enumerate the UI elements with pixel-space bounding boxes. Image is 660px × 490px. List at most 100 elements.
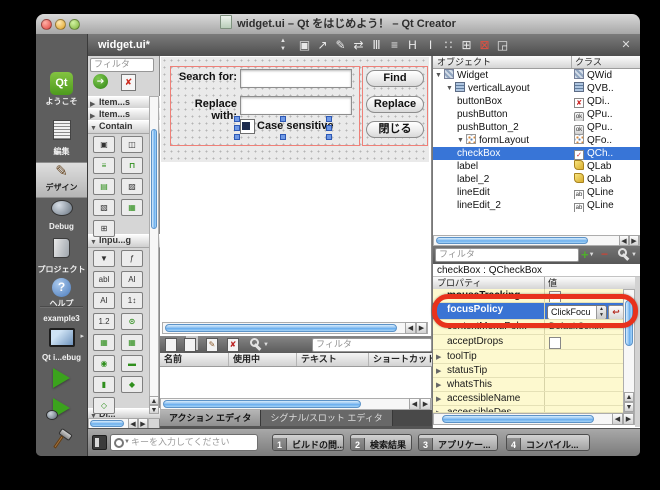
- font-combo-box-icon[interactable]: ƒ: [121, 250, 143, 267]
- selection-handle[interactable]: [326, 116, 332, 122]
- locator-input[interactable]: ▼ キーを入力してください: [110, 434, 258, 451]
- edit-signals-slots-icon[interactable]: ↗: [314, 37, 331, 53]
- widget-box-scroll-down-arrow[interactable]: ▼: [149, 405, 159, 414]
- object-inspector-hscroll-right-arrow[interactable]: ▶: [629, 235, 639, 246]
- copy-action-icon[interactable]: [184, 338, 196, 352]
- group-box-icon[interactable]: ▣: [93, 136, 115, 153]
- case-sensitive-checkbox[interactable]: [240, 119, 255, 134]
- property-hscroll-right-arrow[interactable]: ▶: [623, 413, 634, 425]
- property-expander-icon[interactable]: ▶: [436, 381, 441, 389]
- property-value[interactable]: [544, 335, 623, 349]
- command-link-button-icon[interactable]: ➔: [93, 74, 108, 89]
- action-column-0[interactable]: 名前: [160, 353, 232, 366]
- date-time-edit-icon[interactable]: ▦: [121, 334, 143, 351]
- property-row-whatsThis[interactable]: ▶whatsThis: [433, 378, 623, 392]
- build-button[interactable]: [36, 430, 87, 452]
- close-editor-icon[interactable]: ✕: [619, 37, 633, 53]
- action-editor-hscroll-right-arrow[interactable]: ▶: [420, 398, 431, 410]
- selection-handle[interactable]: [280, 116, 286, 122]
- object-tree-row-formLayout[interactable]: ▼formLayoutQFo..: [433, 134, 640, 147]
- widget-box-scroll-up-arrow[interactable]: ▲: [149, 396, 159, 405]
- selection-handle[interactable]: [234, 134, 240, 140]
- remove-dynamic-property-icon[interactable]: −: [601, 247, 608, 261]
- tab-action-editor[interactable]: アクション エディタ: [160, 410, 261, 426]
- object-tree-row-lineEdit_2[interactable]: lineEdit_2abQLine: [433, 199, 640, 212]
- property-hscroll-left-arrow[interactable]: ◀: [612, 413, 623, 425]
- checkbox-checked-icon[interactable]: ✓: [549, 291, 561, 303]
- horizontal-slider-icon[interactable]: ◆: [121, 376, 143, 393]
- line-edit-icon[interactable]: abl: [93, 271, 115, 288]
- property-row-mouseTracking[interactable]: mouseTracking✓: [433, 289, 623, 303]
- horizontal-scroll-bar-icon[interactable]: ▬: [121, 355, 143, 372]
- value-column-header[interactable]: 値: [548, 277, 557, 289]
- property-hscrollbar[interactable]: ◀ ▶: [433, 413, 635, 425]
- layout-form-icon[interactable]: ∷: [440, 37, 457, 53]
- property-vscroll-up-arrow[interactable]: ▲: [624, 392, 634, 402]
- dialog-button-box-icon[interactable]: ✘: [121, 74, 136, 91]
- time-edit-icon[interactable]: ⊙: [121, 313, 143, 330]
- layout-horizontally-icon[interactable]: Ⅲ: [368, 37, 385, 53]
- double-spin-box-icon[interactable]: 1.2: [93, 313, 115, 330]
- sidebar-mode-projects-mode[interactable]: プロジェクト: [36, 238, 87, 274]
- selection-handle[interactable]: [326, 134, 332, 140]
- widget-box-filter-input[interactable]: フィルタ: [90, 58, 154, 72]
- spin-box-icon[interactable]: 1↕: [121, 292, 143, 309]
- edit-widgets-icon[interactable]: ▣: [296, 37, 313, 53]
- search-for-label[interactable]: Search for:: [173, 71, 237, 83]
- property-expander-icon[interactable]: ▶: [436, 395, 441, 403]
- layout-vertical-splitter-icon[interactable]: I: [422, 37, 439, 53]
- selection-handle[interactable]: [234, 125, 240, 131]
- run-debug-button[interactable]: [36, 398, 87, 422]
- edit-tab-order-icon[interactable]: ⇄: [350, 37, 367, 53]
- output-pane-button-3[interactable]: 3アプリケー...: [418, 434, 498, 451]
- property-value[interactable]: [544, 378, 623, 391]
- form-editor-hscroll-left-arrow[interactable]: ◀: [405, 322, 416, 334]
- action-editor-hscrollbar[interactable]: ◀ ▶: [160, 398, 432, 410]
- dock-widget-icon[interactable]: ⊞: [93, 220, 115, 237]
- layout-vertically-icon[interactable]: ≡: [386, 37, 403, 53]
- open-document-label[interactable]: widget.ui*: [98, 34, 150, 56]
- close-button[interactable]: 閉じる: [366, 121, 424, 138]
- property-row-acceptDrops[interactable]: acceptDrops: [433, 335, 623, 350]
- property-vscroll-down-arrow[interactable]: ▼: [624, 402, 634, 412]
- editor-selector-stepper[interactable]: ▲▼: [278, 37, 288, 53]
- reset-property-button[interactable]: ↩: [608, 305, 623, 320]
- target-selector-button[interactable]: ▸: [36, 328, 87, 350]
- layout-grid-icon[interactable]: ⊞: [458, 37, 475, 53]
- text-edit-icon[interactable]: AI: [121, 271, 143, 288]
- widget-box-vscroll-thumb[interactable]: [151, 129, 157, 229]
- action-editor-hscroll-left-arrow[interactable]: ◀: [409, 398, 420, 410]
- sidebar-mode-edit-mode[interactable]: 編集: [36, 120, 87, 158]
- plain-text-edit-icon[interactable]: AI: [93, 292, 115, 309]
- object-tree-row-label[interactable]: labelQLab: [433, 160, 640, 173]
- object-tree-row-Widget[interactable]: ▼WidgetQWid: [433, 69, 640, 82]
- scroll-area-icon[interactable]: ◫: [121, 136, 143, 153]
- property-vscrollbar[interactable]: ▲ ▼: [623, 289, 635, 413]
- date-edit-icon[interactable]: ▦: [93, 334, 115, 351]
- property-expander-icon[interactable]: ▶: [436, 367, 441, 375]
- output-pane-button-4[interactable]: 4コンパイル...: [506, 434, 590, 451]
- find-button[interactable]: Find: [366, 70, 424, 87]
- class-column-header[interactable]: クラス: [575, 56, 602, 68]
- dial-icon[interactable]: ◉: [93, 355, 115, 372]
- property-settings-wrench-icon[interactable]: ▼: [617, 248, 631, 262]
- mdi-area-icon[interactable]: ▦: [121, 199, 143, 216]
- case-sensitive-label[interactable]: Case sensitive: [257, 120, 335, 132]
- action-editor-hscroll-thumb[interactable]: [163, 400, 361, 408]
- property-hscroll-thumb[interactable]: [442, 415, 594, 423]
- object-tree-row-verticalLayout[interactable]: ▼verticalLayoutQVB..: [433, 82, 640, 95]
- sidebar-mode-design-mode[interactable]: ✎デザイン: [36, 162, 87, 198]
- layout-horizontal-splitter-icon[interactable]: H: [404, 37, 421, 53]
- object-tree-row-pushButton_2[interactable]: pushButton_2okQPu..: [433, 121, 640, 134]
- add-dynamic-property-icon[interactable]: +▼: [581, 247, 595, 262]
- frame-icon[interactable]: ▨: [121, 178, 143, 195]
- property-expander-icon[interactable]: ▶: [436, 353, 441, 361]
- stacked-widget-icon[interactable]: ▤: [93, 178, 115, 195]
- adjust-size-icon[interactable]: ◲: [494, 37, 511, 53]
- property-filter-input[interactable]: フィルタ: [435, 248, 579, 262]
- object-inspector-hscrollbar[interactable]: ◀ ▶: [433, 235, 640, 246]
- widget-icon[interactable]: ▧: [93, 199, 115, 216]
- property-value[interactable]: [544, 350, 623, 363]
- output-pane-toggle-icon[interactable]: [92, 435, 107, 450]
- property-row-toolTip[interactable]: ▶toolTip: [433, 350, 623, 364]
